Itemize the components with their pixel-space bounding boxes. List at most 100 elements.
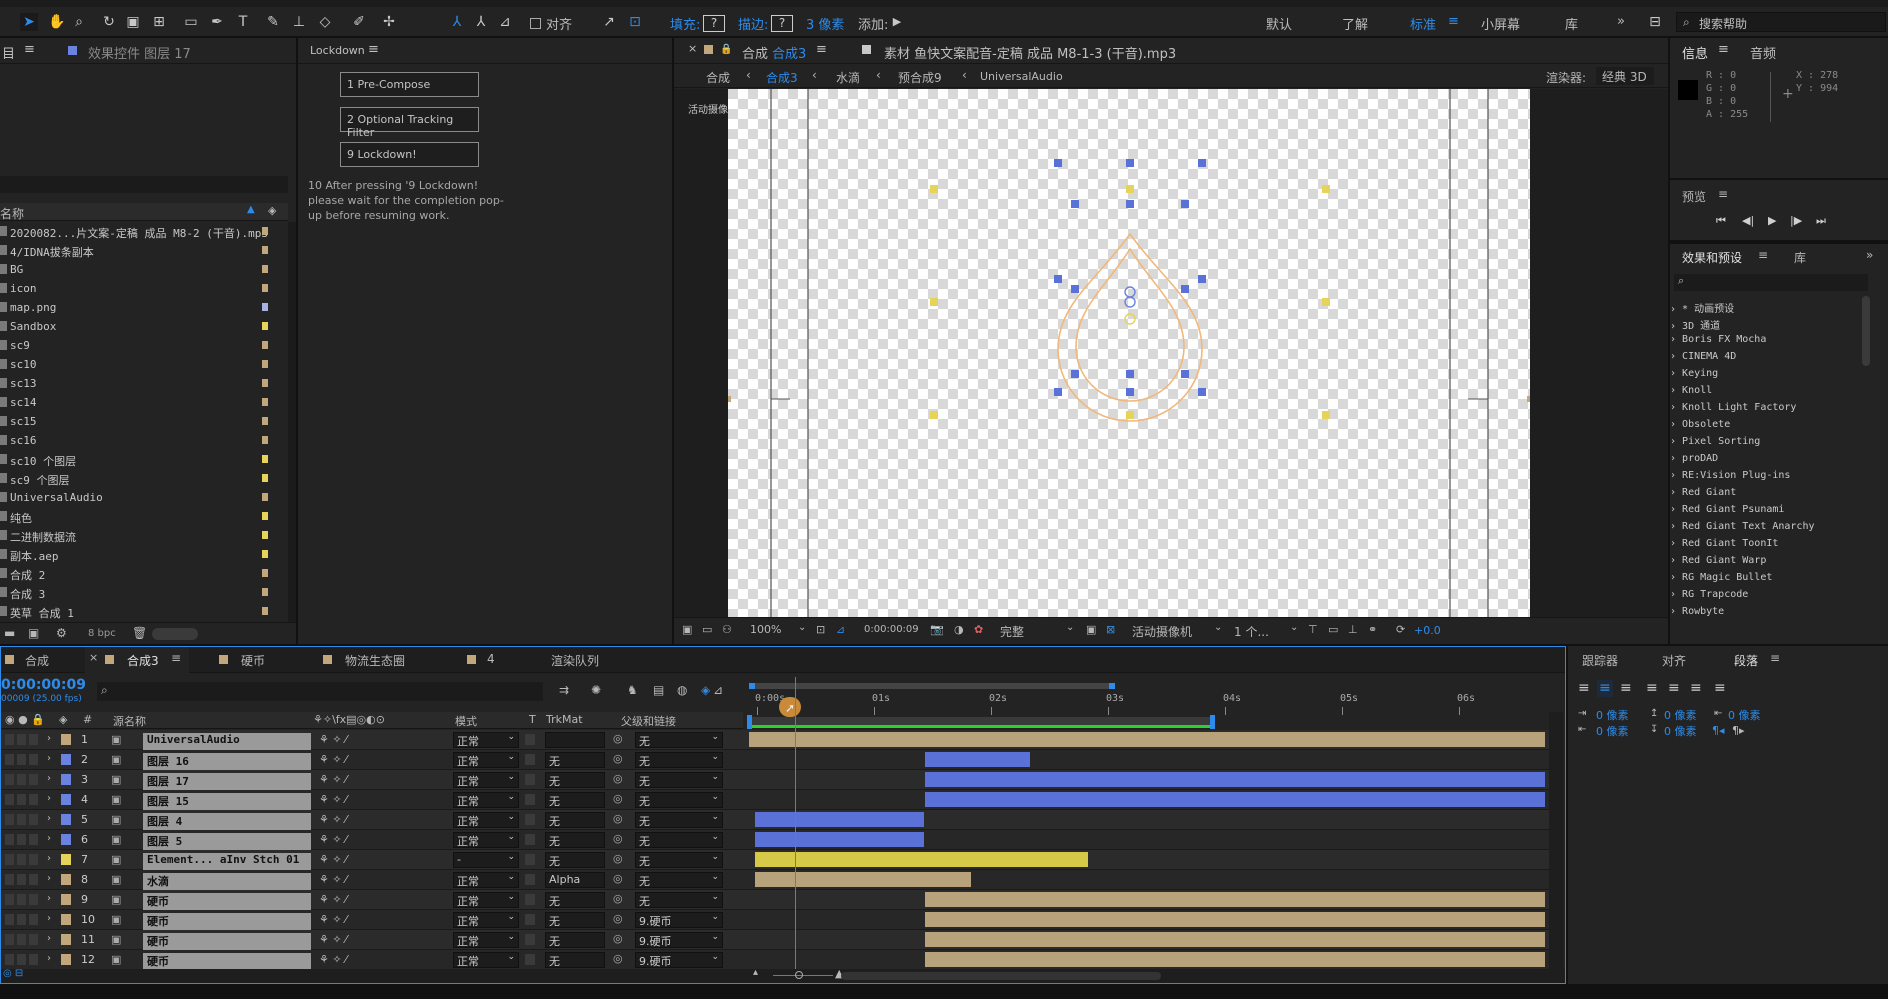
breadcrumb-universal-audio[interactable]: UniversalAudio	[980, 70, 1063, 83]
interpret-footage-icon[interactable]: ⚙	[56, 626, 67, 640]
av-features-icon[interactable]: ◉ ● 🔒	[5, 713, 45, 726]
workspace-menu-icon[interactable]: ≡	[1448, 14, 1459, 29]
layer-switches[interactable]: ⚘ ✧ ⁄	[319, 853, 347, 866]
chevron-right-icon[interactable]: ›	[47, 853, 51, 864]
list-item[interactable]: sc10	[0, 355, 280, 374]
last-frame-icon[interactable]: ⏭	[1816, 214, 1826, 228]
column-mode[interactable]: 模式	[455, 713, 477, 729]
zoom-slider-thumb[interactable]	[795, 971, 803, 979]
comp-viewer[interactable]: 活动摄像机	[674, 89, 1668, 617]
tab-footage[interactable]: 素材 鱼快文案配音-定稿 成品 M8-1-3 (干音).mp3	[884, 43, 1176, 62]
play-icon[interactable]: ▶	[1768, 214, 1776, 227]
label-color-swatch[interactable]	[262, 322, 268, 330]
breadcrumb-precomp9[interactable]: 预合成9	[898, 69, 942, 86]
label-icon[interactable]: ◈	[59, 713, 67, 726]
renderer-value[interactable]: 经典 3D	[1596, 67, 1654, 85]
chevron-down-icon[interactable]: ⌄	[1290, 622, 1298, 633]
add-play-icon[interactable]: ▶	[888, 13, 906, 31]
trkmat-select[interactable]: 无	[545, 772, 605, 788]
brush-tool-icon[interactable]: ✎	[264, 13, 282, 31]
type-tool-icon[interactable]: T	[234, 13, 252, 31]
lock-toggle[interactable]	[29, 874, 38, 885]
chevron-right-icon[interactable]: ›	[47, 913, 51, 924]
mode-select[interactable]: 正常 ⌄	[453, 812, 519, 828]
lock-toggle[interactable]	[29, 794, 38, 805]
label-color-swatch[interactable]	[262, 417, 268, 425]
tab-effects-presets[interactable]: 效果和预设	[1682, 249, 1742, 266]
current-time-indicator[interactable]	[795, 677, 796, 969]
pickwhip-icon[interactable]: ◎	[613, 792, 623, 805]
layer-switches[interactable]: ⚘ ✧ ⁄	[319, 833, 347, 846]
solo-toggle[interactable]	[17, 794, 26, 805]
channel-icon[interactable]: ✿	[974, 623, 983, 636]
pickwhip-icon[interactable]: ◎	[613, 872, 623, 885]
table-row[interactable]: › 12 ▣ 硬币 ⚘ ✧ ⁄ 正常 ⌄ 无 ◎ 9.硬币 ⌄	[1, 950, 1561, 970]
parent-select[interactable]: 无 ⌄	[635, 832, 723, 848]
toggle-pixel-icon[interactable]: ⊤	[1308, 623, 1318, 636]
parent-select[interactable]: 9.硬币 ⌄	[635, 932, 723, 948]
lock-toggle[interactable]	[29, 914, 38, 925]
table-row[interactable]: › 3 ▣ 图层 17 ⚘ ✧ ⁄ 正常 ⌄ 无 ◎ 无 ⌄	[1, 770, 1561, 790]
column-t[interactable]: T	[529, 713, 536, 726]
panel-overflow-icon[interactable]: »	[1866, 248, 1873, 262]
list-item[interactable]: 副本.aep	[0, 545, 280, 564]
label-color-swatch[interactable]	[61, 894, 71, 905]
timeline-timecode[interactable]: 0:00:00:09	[1, 677, 86, 693]
chevron-right-icon[interactable]: ›	[47, 953, 51, 964]
parent-select[interactable]: 无 ⌄	[635, 772, 723, 788]
label-color-swatch[interactable]	[262, 303, 268, 311]
solo-toggle[interactable]	[17, 754, 26, 765]
lock-icon[interactable]: 🔒	[720, 44, 732, 55]
breadcrumb-comp[interactable]: 合成	[706, 69, 730, 86]
first-frame-icon[interactable]: ⏮	[1716, 214, 1726, 228]
effects-search-input[interactable]: ⌕	[1674, 274, 1868, 291]
layer-duration-bar[interactable]	[924, 952, 1545, 967]
effects-category[interactable]: › Knoll	[1670, 385, 1712, 396]
delete-icon[interactable]: 🗑	[132, 626, 147, 640]
label-color-swatch[interactable]	[262, 227, 268, 235]
layer-name[interactable]: 图层 15	[147, 793, 189, 809]
chevron-right-icon[interactable]: ›	[47, 873, 51, 884]
comp-tab-prefix[interactable]: 合成	[742, 43, 768, 62]
tab-4[interactable]: 4	[487, 652, 495, 666]
work-area-navigator[interactable]	[749, 683, 1115, 689]
table-row[interactable]: › 2 ▣ 图层 16 ⚘ ✧ ⁄ 正常 ⌄ 无 ◎ 无 ⌄	[1, 750, 1561, 770]
label-color-swatch[interactable]	[262, 360, 268, 368]
label-tag-icon[interactable]: ◈	[268, 204, 276, 217]
workspace-standard[interactable]: 标准	[1410, 14, 1436, 33]
view-layout[interactable]: 1 个...	[1234, 623, 1269, 640]
bpc-label[interactable]: 8 bpc	[88, 628, 116, 639]
chevron-right-icon[interactable]: ›	[47, 753, 51, 764]
time-ruler[interactable]: 0:00s 01s 02s 03s 04s 05s 06s ➚	[747, 677, 1549, 729]
parent-select[interactable]: 无 ⌄	[635, 792, 723, 808]
layer-switches[interactable]: ⚘ ✧ ⁄	[319, 733, 347, 746]
label-color-swatch[interactable]	[61, 914, 71, 925]
chevron-right-icon[interactable]: ›	[47, 893, 51, 904]
workspace-default[interactable]: 默认	[1266, 14, 1292, 33]
lock-toggle[interactable]	[29, 934, 38, 945]
trkmat-select[interactable]: 无	[545, 812, 605, 828]
layer-switches[interactable]: ⚘ ✧ ⁄	[319, 753, 347, 766]
lock-toggle[interactable]	[29, 854, 38, 865]
list-item[interactable]: sc9 个图层	[0, 469, 280, 488]
list-item[interactable]: 2020082...片文案-定稿 成品 M8-2 (干音).mp3	[0, 222, 280, 241]
tab-info[interactable]: 信息	[1682, 43, 1708, 62]
switches-icon[interactable]: ⚘✧\fx▤◎◐⊙	[313, 713, 385, 726]
effects-scrollbar[interactable]	[1862, 296, 1870, 366]
label-color-swatch[interactable]	[262, 379, 268, 387]
timeline-menu-icon[interactable]: ≡	[171, 651, 181, 665]
workspace-small-screen[interactable]: 小屏幕	[1481, 14, 1520, 33]
list-item[interactable]: sc9	[0, 336, 280, 355]
layer-switches[interactable]: ⚘ ✧ ⁄	[319, 933, 347, 946]
mode-select[interactable]: 正常 ⌄	[453, 752, 519, 768]
mask-view-icon[interactable]: ⚇	[722, 623, 732, 636]
align-center-icon[interactable]: ≡	[1599, 680, 1611, 696]
world-axis-icon[interactable]: ⅄	[472, 13, 490, 31]
label-color-swatch[interactable]	[61, 794, 71, 805]
visibility-toggle[interactable]	[5, 774, 14, 785]
label-color-swatch[interactable]	[262, 474, 268, 482]
solo-toggle[interactable]	[17, 934, 26, 945]
fill-label[interactable]: 填充:	[670, 14, 700, 33]
parent-select[interactable]: 无 ⌄	[635, 732, 723, 748]
rtl-direction-icon[interactable]: ¶▸	[1732, 724, 1745, 737]
